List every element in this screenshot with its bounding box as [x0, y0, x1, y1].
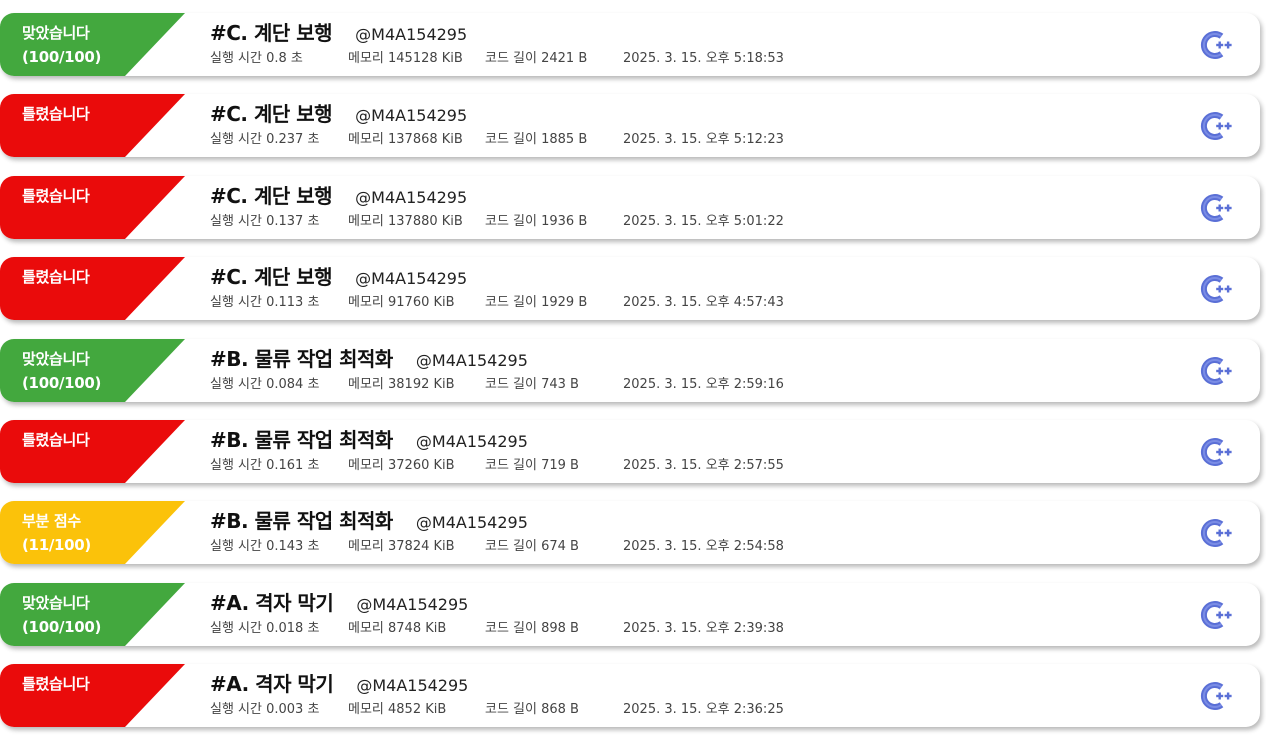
cpp-icon: [1200, 601, 1232, 629]
code-length: 코드 길이 719 B: [485, 458, 579, 473]
run-time: 실행 시간 0.084 초: [210, 377, 320, 392]
submitted-at: 2025. 3. 15. 오후 5:18:53: [623, 51, 784, 66]
run-time: 실행 시간 0.003 초: [210, 702, 320, 717]
submission-card[interactable]: 맞았습니다 (100/100) #A. 격자 막기 @M4A154295 실행 …: [0, 583, 1260, 646]
run-time: 실행 시간 0.237 초: [210, 132, 320, 147]
submission-list: 맞았습니다 (100/100) #C. 계단 보행 @M4A154295 실행 …: [0, 0, 1266, 739]
submitted-at: 2025. 3. 15. 오후 5:01:22: [623, 214, 784, 229]
status-label: 틀렸습니다: [22, 187, 90, 205]
status-badge: 부분 점수 (11/100): [0, 501, 185, 564]
memory-usage: 메모리 4852 KiB: [348, 702, 447, 717]
user-handle[interactable]: @M4A154295: [416, 513, 528, 532]
code-length: 코드 길이 898 B: [485, 621, 579, 636]
problem-title[interactable]: #C. 계단 보행: [210, 102, 333, 126]
submitted-at: 2025. 3. 15. 오후 4:57:43: [623, 295, 784, 310]
user-handle[interactable]: @M4A154295: [416, 432, 528, 451]
submission-card[interactable]: 틀렸습니다 #A. 격자 막기 @M4A154295 실행 시간 0.003 초…: [0, 664, 1260, 727]
memory-usage: 메모리 137868 KiB: [348, 132, 463, 147]
memory-usage: 메모리 8748 KiB: [348, 621, 447, 636]
status-label: 틀렸습니다: [22, 431, 90, 449]
code-length: 코드 길이 2421 B: [485, 51, 588, 66]
cpp-icon: [1200, 194, 1232, 222]
user-handle[interactable]: @M4A154295: [355, 269, 467, 288]
cpp-icon: [1200, 438, 1232, 466]
status-label: 틀렸습니다: [22, 675, 90, 693]
status-label: 틀렸습니다: [22, 268, 90, 286]
run-time: 실행 시간 0.143 초: [210, 539, 320, 554]
problem-title[interactable]: #C. 계단 보행: [210, 265, 333, 289]
submission-card[interactable]: 맞았습니다 (100/100) #C. 계단 보행 @M4A154295 실행 …: [0, 13, 1260, 76]
status-badge: 틀렸습니다: [0, 176, 185, 239]
user-handle[interactable]: @M4A154295: [416, 351, 528, 370]
cpp-icon: [1200, 519, 1232, 547]
cpp-icon: [1200, 357, 1232, 385]
problem-title[interactable]: #B. 물류 작업 최적화: [210, 509, 393, 533]
submitted-at: 2025. 3. 15. 오후 2:39:38: [623, 621, 784, 636]
status-badge: 틀렸습니다: [0, 420, 185, 483]
problem-title[interactable]: #A. 격자 막기: [210, 591, 334, 615]
cpp-icon: [1200, 112, 1232, 140]
cpp-icon: [1200, 31, 1232, 59]
memory-usage: 메모리 145128 KiB: [348, 51, 463, 66]
submitted-at: 2025. 3. 15. 오후 2:59:16: [623, 377, 784, 392]
submission-card[interactable]: 틀렸습니다 #C. 계단 보행 @M4A154295 실행 시간 0.137 초…: [0, 176, 1260, 239]
cpp-icon: [1200, 682, 1232, 710]
run-time: 실행 시간 0.018 초: [210, 621, 320, 636]
status-label: 맞았습니다: [22, 350, 90, 368]
submitted-at: 2025. 3. 15. 오후 2:36:25: [623, 702, 784, 717]
memory-usage: 메모리 37260 KiB: [348, 458, 455, 473]
submission-card[interactable]: 틀렸습니다 #C. 계단 보행 @M4A154295 실행 시간 0.237 초…: [0, 94, 1260, 157]
run-time: 실행 시간 0.113 초: [210, 295, 320, 310]
status-label: 부분 점수: [22, 512, 81, 530]
memory-usage: 메모리 137880 KiB: [348, 214, 463, 229]
submitted-at: 2025. 3. 15. 오후 2:54:58: [623, 539, 784, 554]
status-label: 틀렸습니다: [22, 105, 90, 123]
problem-title[interactable]: #B. 물류 작업 최적화: [210, 428, 393, 452]
status-score: (100/100): [22, 48, 102, 66]
code-length: 코드 길이 743 B: [485, 377, 579, 392]
problem-title[interactable]: #B. 물류 작업 최적화: [210, 347, 393, 371]
user-handle[interactable]: @M4A154295: [356, 595, 468, 614]
status-badge: 맞았습니다 (100/100): [0, 583, 185, 646]
problem-title[interactable]: #C. 계단 보행: [210, 184, 333, 208]
user-handle[interactable]: @M4A154295: [355, 106, 467, 125]
submitted-at: 2025. 3. 15. 오후 2:57:55: [623, 458, 784, 473]
memory-usage: 메모리 37824 KiB: [348, 539, 455, 554]
status-label: 맞았습니다: [22, 24, 90, 42]
user-handle[interactable]: @M4A154295: [356, 676, 468, 695]
cpp-icon: [1200, 275, 1232, 303]
submission-card[interactable]: 부분 점수 (11/100) #B. 물류 작업 최적화 @M4A154295 …: [0, 501, 1260, 564]
status-score: (100/100): [22, 374, 102, 392]
status-badge: 틀렸습니다: [0, 664, 185, 727]
status-badge: 틀렸습니다: [0, 94, 185, 157]
user-handle[interactable]: @M4A154295: [355, 188, 467, 207]
memory-usage: 메모리 38192 KiB: [348, 377, 455, 392]
submitted-at: 2025. 3. 15. 오후 5:12:23: [623, 132, 784, 147]
problem-title[interactable]: #A. 격자 막기: [210, 672, 334, 696]
submission-card[interactable]: 맞았습니다 (100/100) #B. 물류 작업 최적화 @M4A154295…: [0, 339, 1260, 402]
code-length: 코드 길이 674 B: [485, 539, 579, 554]
memory-usage: 메모리 91760 KiB: [348, 295, 455, 310]
run-time: 실행 시간 0.161 초: [210, 458, 320, 473]
problem-title[interactable]: #C. 계단 보행: [210, 21, 333, 45]
code-length: 코드 길이 1929 B: [485, 295, 588, 310]
status-badge: 맞았습니다 (100/100): [0, 13, 185, 76]
status-badge: 틀렸습니다: [0, 257, 185, 320]
code-length: 코드 길이 868 B: [485, 702, 579, 717]
status-label: 맞았습니다: [22, 594, 90, 612]
run-time: 실행 시간 0.137 초: [210, 214, 320, 229]
status-score: (100/100): [22, 618, 102, 636]
submission-card[interactable]: 틀렸습니다 #B. 물류 작업 최적화 @M4A154295 실행 시간 0.1…: [0, 420, 1260, 483]
code-length: 코드 길이 1885 B: [485, 132, 588, 147]
user-handle[interactable]: @M4A154295: [355, 25, 467, 44]
run-time: 실행 시간 0.8 초: [210, 51, 303, 66]
status-badge: 맞았습니다 (100/100): [0, 339, 185, 402]
code-length: 코드 길이 1936 B: [485, 214, 588, 229]
status-score: (11/100): [22, 536, 91, 554]
submission-card[interactable]: 틀렸습니다 #C. 계단 보행 @M4A154295 실행 시간 0.113 초…: [0, 257, 1260, 320]
